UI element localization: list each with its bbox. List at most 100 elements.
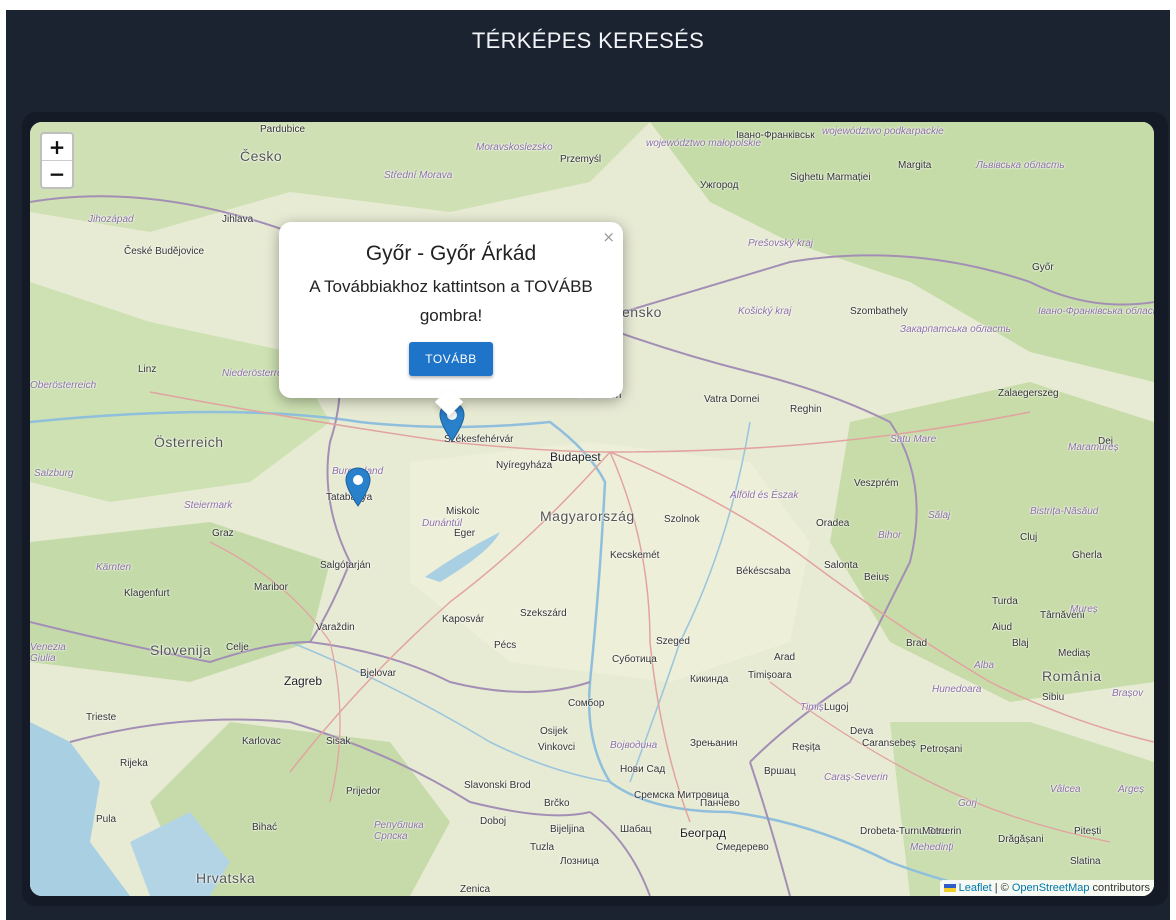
label-city: Ужгород xyxy=(700,180,739,191)
label-city: Klagenfurt xyxy=(124,588,170,599)
label-region: Kärnten xyxy=(96,562,132,573)
label-city: Deva xyxy=(850,726,874,737)
label-region: Alföld és Észak xyxy=(730,490,799,501)
label-city: Pécs xyxy=(494,640,517,651)
tovabb-button[interactable]: TOVÁBB xyxy=(409,342,493,376)
leaflet-link[interactable]: Leaflet xyxy=(959,882,992,894)
osm-link[interactable]: OpenStreetMap xyxy=(1012,882,1090,894)
label-city: Margita xyxy=(898,160,932,171)
label-region: Satu Mare xyxy=(890,434,937,445)
label-region: Moravskoslezsko xyxy=(476,142,553,153)
zoom-in-button[interactable]: + xyxy=(42,134,72,160)
label-city: Beiuș xyxy=(864,572,890,583)
label-city: Veszprém xyxy=(854,478,899,489)
label-city: Slavonski Brod xyxy=(464,780,531,791)
label-city: Rijeka xyxy=(120,758,148,769)
label-city: Celje xyxy=(226,642,249,653)
label-region: Prešovský kraj xyxy=(748,238,814,249)
label-city: Vatra Dornei xyxy=(704,394,760,405)
label-city: Панчево xyxy=(700,798,740,809)
label-region: Salzburg xyxy=(34,468,74,479)
label-city: Szombathely xyxy=(850,306,908,317)
label-city: Turda xyxy=(992,596,1018,607)
label-city: Blaj xyxy=(1012,638,1029,649)
label-city: Timișoara xyxy=(748,670,792,681)
zoom-control: + − xyxy=(40,132,74,189)
label-city: Osijek xyxy=(540,726,568,737)
label-beograd: Београд xyxy=(680,826,726,840)
label-region: Република Српска xyxy=(374,820,424,842)
label-region: Argeș xyxy=(1118,784,1145,795)
label-city: Kaposvár xyxy=(442,614,485,625)
label-slovensko: ensko xyxy=(622,304,662,320)
ukraine-flag-icon xyxy=(943,884,956,893)
map-viewport[interactable]: Česko Österreich Magyarország Slovenija … xyxy=(30,122,1154,896)
label-region: Košický kraj xyxy=(738,306,792,317)
label-region: Hunedoara xyxy=(932,684,982,695)
label-city: Pitești xyxy=(1074,826,1102,837)
label-city: Eger xyxy=(454,528,476,539)
label-city: Pula xyxy=(96,814,117,825)
label-city: Drăgășani xyxy=(998,834,1044,845)
label-region: Bihor xyxy=(878,530,902,541)
label-city: Trieste xyxy=(86,712,117,723)
label-city: Kecskemét xyxy=(610,550,660,561)
label-city: Oradea xyxy=(816,518,850,529)
label-zagreb: Zagreb xyxy=(284,674,323,688)
label-city: Reșița xyxy=(792,742,821,753)
label-region: Dunántúl xyxy=(422,518,463,529)
label-city: Brad xyxy=(906,638,928,649)
label-city: Brčko xyxy=(544,798,570,809)
label-city: Szekszárd xyxy=(520,608,567,619)
label-city: Mediaș xyxy=(1058,648,1091,659)
label-city: Reghin xyxy=(790,404,822,415)
label-city: Győr xyxy=(1032,262,1054,273)
map-attribution: Leaflet | © OpenStreetMap contributors xyxy=(939,880,1154,896)
label-city: Prijedor xyxy=(346,786,381,797)
label-magyarorszag: Magyarország xyxy=(540,508,635,524)
label-city: Arad xyxy=(774,652,796,663)
label-city: Aiud xyxy=(992,622,1013,633)
label-city: České Budějovice xyxy=(124,246,205,257)
label-city: Gherla xyxy=(1072,550,1103,561)
label-region: Закарпатська область xyxy=(900,324,1011,335)
popup-title: Győr - Győr Árkád xyxy=(365,242,537,265)
label-region: Maramureș xyxy=(1068,442,1119,453)
label-city: Békéscsaba xyxy=(736,566,791,577)
label-city: Нови Сад xyxy=(620,764,666,775)
label-city: Zenica xyxy=(460,884,491,895)
label-romania: România xyxy=(1042,668,1102,684)
label-city: Зрењанин xyxy=(690,738,738,749)
label-city: Sighetu Marmației xyxy=(790,172,871,183)
label-city: Vinkovci xyxy=(538,742,576,753)
label-city: Varaždin xyxy=(316,622,355,633)
label-city: Szeged xyxy=(656,636,690,647)
zoom-out-button[interactable]: − xyxy=(42,160,72,187)
label-city: Шабац xyxy=(620,824,652,835)
label-region: Timiș xyxy=(800,702,824,713)
label-city: Cluj xyxy=(1020,532,1038,543)
label-region: Oberösterreich xyxy=(30,380,97,391)
label-city: Graz xyxy=(212,528,234,539)
attribution-separator: | © xyxy=(991,882,1012,894)
label-city: Doboj xyxy=(480,816,507,827)
label-city: Bjelovar xyxy=(360,668,397,679)
label-city: Nyíregyháza xyxy=(496,460,553,471)
label-city: Jihlava xyxy=(222,214,254,225)
label-city: Pardubice xyxy=(260,124,306,135)
map-marker-szombathely-icon[interactable] xyxy=(345,467,371,507)
label-city: Лозница xyxy=(560,856,599,867)
label-region: Bistrița-Năsăud xyxy=(1030,506,1099,517)
label-budapest: Budapest xyxy=(550,450,601,464)
label-region: Львівська область xyxy=(976,160,1065,171)
label-region: Івано-Франківська область xyxy=(1038,306,1154,317)
label-region: Mureș xyxy=(1070,604,1098,615)
label-region: Gorj xyxy=(958,798,977,809)
label-city: Linz xyxy=(138,364,157,375)
label-region: Steiermark xyxy=(184,500,233,511)
label-city: Slatina xyxy=(1070,856,1101,867)
label-region: Střední Morava xyxy=(384,170,453,181)
label-city: Кикинда xyxy=(690,674,729,685)
label-city: Salonta xyxy=(824,560,858,571)
label-region: Mehedinți xyxy=(910,842,954,853)
